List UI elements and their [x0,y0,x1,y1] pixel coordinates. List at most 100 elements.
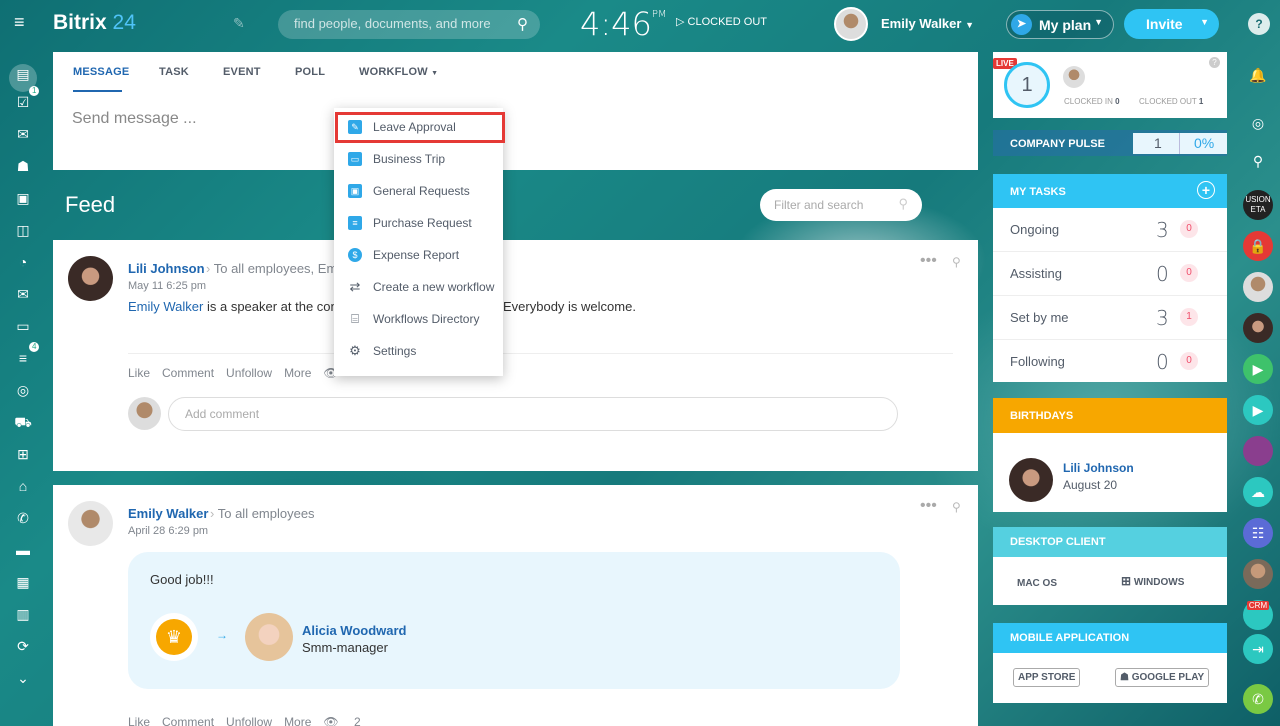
menu-item-create-workflow[interactable]: ⇄ Create a new workflow [334,272,503,302]
tab-event[interactable]: EVENT [223,66,261,78]
cart-icon[interactable]: ⛟ [13,412,33,432]
contact-card-icon[interactable]: ▣ [13,188,33,208]
menu-item-settings[interactable]: ⚙ Settings [334,336,503,366]
contact-avatar[interactable] [1243,272,1273,302]
post-date[interactable]: May 11 6:25 pm [128,280,206,292]
cloud-icon[interactable]: ☁ [1243,477,1273,507]
search-icon[interactable]: ⚲ [898,196,908,212]
sync-icon[interactable]: ⟳ [13,636,33,656]
mail-icon[interactable]: ✉ [13,284,33,304]
mention-link[interactable]: Emily Walker [128,299,203,314]
birthday-avatar[interactable] [1009,458,1053,502]
task-row-set-by-me[interactable]: Set by me 3 1 [993,296,1227,340]
app-store-link[interactable]: APP STORE [1013,668,1081,687]
drive-icon[interactable]: ▬ [13,540,33,560]
company-pulse[interactable]: COMPANY PULSE 1 0% [993,130,1227,156]
menu-item-purchase-request[interactable]: ≡ Purchase Request [334,208,503,238]
menu-item-workflows-directory[interactable]: ⌸ Workflows Directory [334,304,503,334]
menu-item-general-requests[interactable]: ▣ General Requests [334,176,503,206]
help-icon[interactable]: ? [1248,13,1270,35]
birthdays-header[interactable]: BIRTHDAYS [993,398,1227,433]
mac-os-link[interactable]: MAC OS [1017,574,1057,589]
schedule-icon[interactable]: ▥ [13,604,33,624]
group-chat-avatar[interactable]: USION ETA [1243,190,1273,220]
document-icon[interactable]: ▦ [13,572,33,592]
filter-search-input[interactable]: Filter and search ⚲ [760,189,922,221]
more-chevron-icon[interactable]: ⌄ [13,668,33,688]
export-icon[interactable]: ⇥ [1243,634,1273,664]
notifications-icon[interactable]: 🔔 [1243,60,1273,90]
tasks-icon[interactable]: ☑ 1 [13,86,40,112]
like-button[interactable]: Like [128,715,150,726]
chat-icon[interactable]: ✉ [13,124,33,144]
video-chat-icon[interactable]: ▶ [1243,395,1273,425]
clocked-count[interactable]: 1 [1004,62,1050,108]
tab-message[interactable]: MESSAGE [73,66,129,78]
phone-icon[interactable]: ✆ [13,508,33,528]
calendar-icon[interactable]: ▭ [13,316,33,336]
pin-icon[interactable]: ⚲ [952,255,961,269]
post-recipients[interactable]: › To all employees [210,506,315,521]
store-icon[interactable]: ⌂ [13,476,33,496]
my-plan-button[interactable]: ➤ My plan ▼ [1006,10,1114,39]
tab-poll[interactable]: POLL [295,66,325,78]
more-options-icon[interactable]: ••• [920,497,937,515]
crm-icon[interactable]: CRM [1243,600,1273,630]
more-options-icon[interactable]: ••• [920,252,937,270]
chat-group-icon[interactable]: ☷ [1243,518,1273,548]
groups-icon[interactable]: ☗ [13,156,33,176]
target-icon[interactable]: ◎ [13,380,33,400]
invite-button[interactable]: Invite ▼ [1124,9,1219,39]
video-call-icon[interactable]: ▶ [1243,354,1273,384]
add-task-icon[interactable]: + [1197,181,1215,199]
comment-button[interactable]: Comment [162,715,214,726]
my-tasks-header[interactable]: MY TASKS + [993,174,1227,208]
comment-button[interactable]: Comment [162,366,214,380]
employee-avatar[interactable] [1063,66,1085,88]
task-row-assisting[interactable]: Assisting 0 0 [993,252,1227,296]
contact-avatar[interactable] [1243,559,1273,589]
apps-icon[interactable]: ⊞ [13,444,33,464]
more-button[interactable]: More [284,366,311,380]
logo[interactable]: Bitrix 24 [53,11,136,35]
group-avatar[interactable] [1243,436,1273,466]
add-comment-input[interactable]: Add comment [168,397,898,431]
help-icon[interactable]: ? [1209,57,1220,68]
search-icon[interactable]: ⚲ [517,15,528,33]
phone-call-icon[interactable]: ✆ [1243,684,1273,714]
post-recipients[interactable]: › To all employees, Em [206,261,337,276]
author-avatar[interactable] [68,501,113,546]
lock-icon[interactable]: 🔒 [1243,231,1273,261]
like-button[interactable]: Like [128,366,150,380]
task-row-following[interactable]: Following 0 0 [993,340,1227,384]
tab-task[interactable]: TASK [159,66,189,78]
edit-icon[interactable]: ✎ [233,15,245,32]
clock[interactable]: 4:46PM [580,5,667,43]
filter-icon[interactable]: ≡ 4 [13,342,40,368]
recipient-avatar[interactable] [245,613,293,661]
task-row-ongoing[interactable]: Ongoing 3 0 [993,208,1227,252]
user-menu[interactable]: Emily Walker ▼ [881,16,974,31]
windows-link[interactable]: ⊞ WINDOWS [1121,574,1184,588]
pin-icon[interactable]: ⚲ [952,500,961,514]
search-input[interactable] [294,16,504,31]
menu-item-expense-report[interactable]: $ Expense Report [334,240,503,270]
contact-avatar[interactable] [1243,313,1273,343]
google-play-link[interactable]: ☗ GOOGLE PLAY [1115,668,1210,687]
menu-icon[interactable]: ≡ [14,13,32,31]
user-avatar[interactable] [834,7,868,41]
more-button[interactable]: More [284,715,311,726]
message-input[interactable]: Send message ... [72,110,197,128]
birthday-name[interactable]: Lili Johnson [1063,461,1134,475]
tab-workflow[interactable]: WORKFLOW ▼ [359,66,438,78]
clock-status[interactable]: ▷ CLOCKED OUT [676,15,767,28]
unfollow-button[interactable]: Unfollow [226,366,272,380]
search-icon[interactable]: ⚲ [1243,146,1273,176]
menu-item-business-trip[interactable]: ▭ Business Trip [334,144,503,174]
unfollow-button[interactable]: Unfollow [226,715,272,726]
telephony-icon[interactable]: ◫ [13,220,33,240]
clock-icon[interactable]: ◔ [13,252,33,272]
recipient-name[interactable]: Alicia Woodward [302,623,407,638]
post-author[interactable]: Lili Johnson [128,261,205,276]
post-date[interactable]: April 28 6:29 pm [128,525,208,537]
